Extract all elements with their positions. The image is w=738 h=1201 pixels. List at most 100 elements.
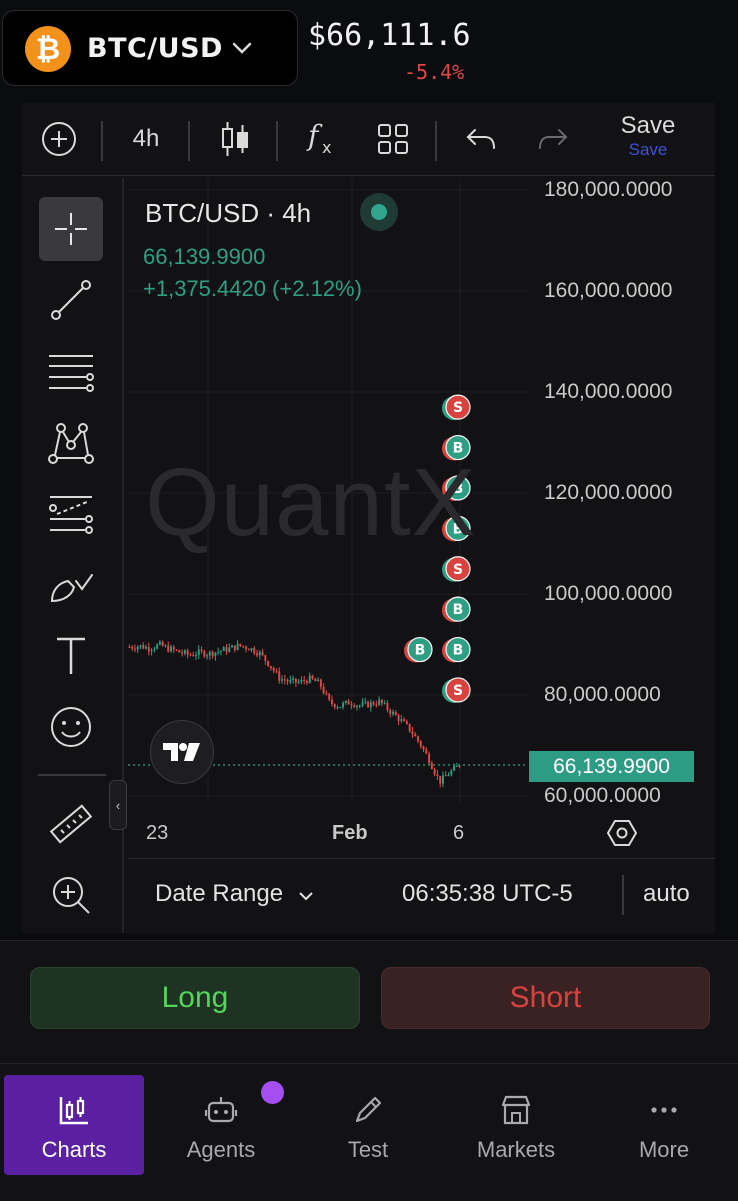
timezone-clock[interactable]: 06:35:38 UTC-5 — [402, 880, 573, 908]
svg-text:x: x — [322, 138, 331, 157]
nav-charts[interactable]: Charts — [4, 1075, 144, 1175]
candle-body — [217, 651, 220, 653]
candle-body — [192, 655, 195, 657]
trade-marker-label: S — [453, 400, 463, 416]
candle-body — [436, 774, 439, 777]
candle-body — [408, 723, 411, 732]
store-icon — [499, 1093, 533, 1127]
date-range-button[interactable]: Date Range — [155, 880, 314, 909]
brush-icon[interactable] — [39, 553, 103, 617]
candle-body — [353, 705, 356, 708]
candle-body — [400, 719, 403, 721]
candle-body — [403, 719, 406, 722]
grid-icon[interactable] — [370, 103, 416, 175]
candle-body — [253, 648, 256, 654]
candle-body — [136, 646, 139, 650]
x-axis-label: 6 — [453, 822, 465, 844]
chevron-down-icon — [231, 31, 253, 70]
candle-body — [311, 675, 314, 679]
trend-line-icon[interactable] — [39, 268, 103, 332]
long-button[interactable]: Long — [30, 967, 360, 1029]
notification-badge — [261, 1081, 284, 1104]
candle-body — [128, 647, 131, 649]
auto-scale-button[interactable]: auto — [643, 880, 690, 908]
candle-body — [339, 707, 342, 709]
candle-body — [433, 768, 436, 775]
candle-body — [417, 736, 419, 742]
nav-label: Test — [347, 1137, 389, 1162]
candle-body — [319, 679, 322, 687]
trade-marker-label: S — [453, 562, 463, 578]
date-range-label: Date Range — [155, 880, 284, 907]
more-dots-icon — [647, 1093, 681, 1127]
candle-body — [233, 645, 236, 650]
candle-body — [422, 746, 425, 750]
last-price-tag: 66,139.9900 — [529, 751, 694, 782]
candle-body — [325, 693, 328, 695]
candle-body — [458, 765, 461, 767]
candle-body — [228, 647, 231, 652]
candle-body — [231, 645, 234, 648]
candle-body — [297, 681, 300, 683]
y-axis-label: 80,000.0000 — [544, 683, 661, 706]
candle-body — [358, 705, 361, 707]
candlestick-icon[interactable] — [212, 103, 258, 175]
x-axis-label: Feb — [332, 822, 368, 844]
price-change: -5.4% — [404, 60, 465, 84]
candle-body — [133, 648, 136, 650]
candle-body — [200, 649, 203, 652]
y-axis-label: 100,000.0000 — [544, 582, 673, 605]
candle-body — [447, 775, 450, 777]
candle-body — [208, 651, 211, 656]
emoji-icon[interactable] — [39, 695, 103, 759]
fib-icon[interactable] — [39, 482, 103, 546]
save-button[interactable]: Save Save — [604, 112, 692, 168]
candle-body — [386, 702, 389, 710]
candle-body — [364, 701, 367, 703]
candle-body — [372, 702, 375, 705]
candle-body — [278, 671, 281, 681]
candle-body — [394, 711, 397, 716]
candle-body — [236, 643, 239, 650]
chart-settings-icon[interactable] — [606, 818, 638, 853]
candle-body — [256, 653, 259, 656]
nav-more[interactable]: More — [594, 1075, 734, 1175]
trade-marker-label: B — [453, 643, 464, 659]
candle-body — [444, 775, 447, 777]
zoom-in-icon[interactable] — [39, 863, 103, 927]
pattern-icon[interactable] — [39, 411, 103, 475]
candle-body — [170, 646, 172, 652]
ruler-icon[interactable] — [39, 792, 103, 856]
candle-body — [342, 702, 345, 708]
legend-change: +1,375.4420 (+2.12%) — [143, 276, 362, 301]
candle-body — [145, 646, 148, 649]
plus-circle-icon[interactable] — [36, 103, 82, 175]
short-button[interactable]: Short — [381, 967, 710, 1029]
y-axis-label: 140,000.0000 — [544, 380, 673, 403]
nav-test[interactable]: Test — [298, 1075, 438, 1175]
nav-label: Agents — [186, 1137, 256, 1162]
candle-body — [292, 678, 295, 680]
candle-body — [344, 700, 347, 703]
fx-icon[interactable]: fx — [300, 103, 344, 175]
text-icon[interactable] — [39, 624, 103, 688]
nav-markets[interactable]: Markets — [446, 1075, 586, 1175]
y-axis-label: 60,000.0000 — [544, 784, 661, 807]
candle-body — [244, 646, 247, 650]
candle-body — [158, 641, 161, 645]
candle-body — [283, 679, 286, 681]
collapse-toolbar-button[interactable]: ‹ — [109, 780, 127, 830]
pair-selector[interactable]: ₿ BTC/USD — [2, 10, 298, 86]
current-price: $66,111.6 — [308, 18, 471, 53]
undo-icon[interactable] — [460, 103, 502, 175]
robot-icon — [204, 1093, 238, 1127]
y-axis-label: 160,000.0000 — [544, 279, 673, 302]
horizontal-lines-icon[interactable] — [39, 340, 103, 404]
candle-body — [405, 721, 408, 724]
candle-body — [430, 763, 433, 769]
candle-body — [139, 645, 142, 647]
crosshair-icon[interactable] — [39, 197, 103, 261]
interval-button[interactable]: 4h — [122, 103, 170, 175]
candle-body — [383, 702, 386, 704]
redo-icon[interactable] — [532, 103, 574, 175]
